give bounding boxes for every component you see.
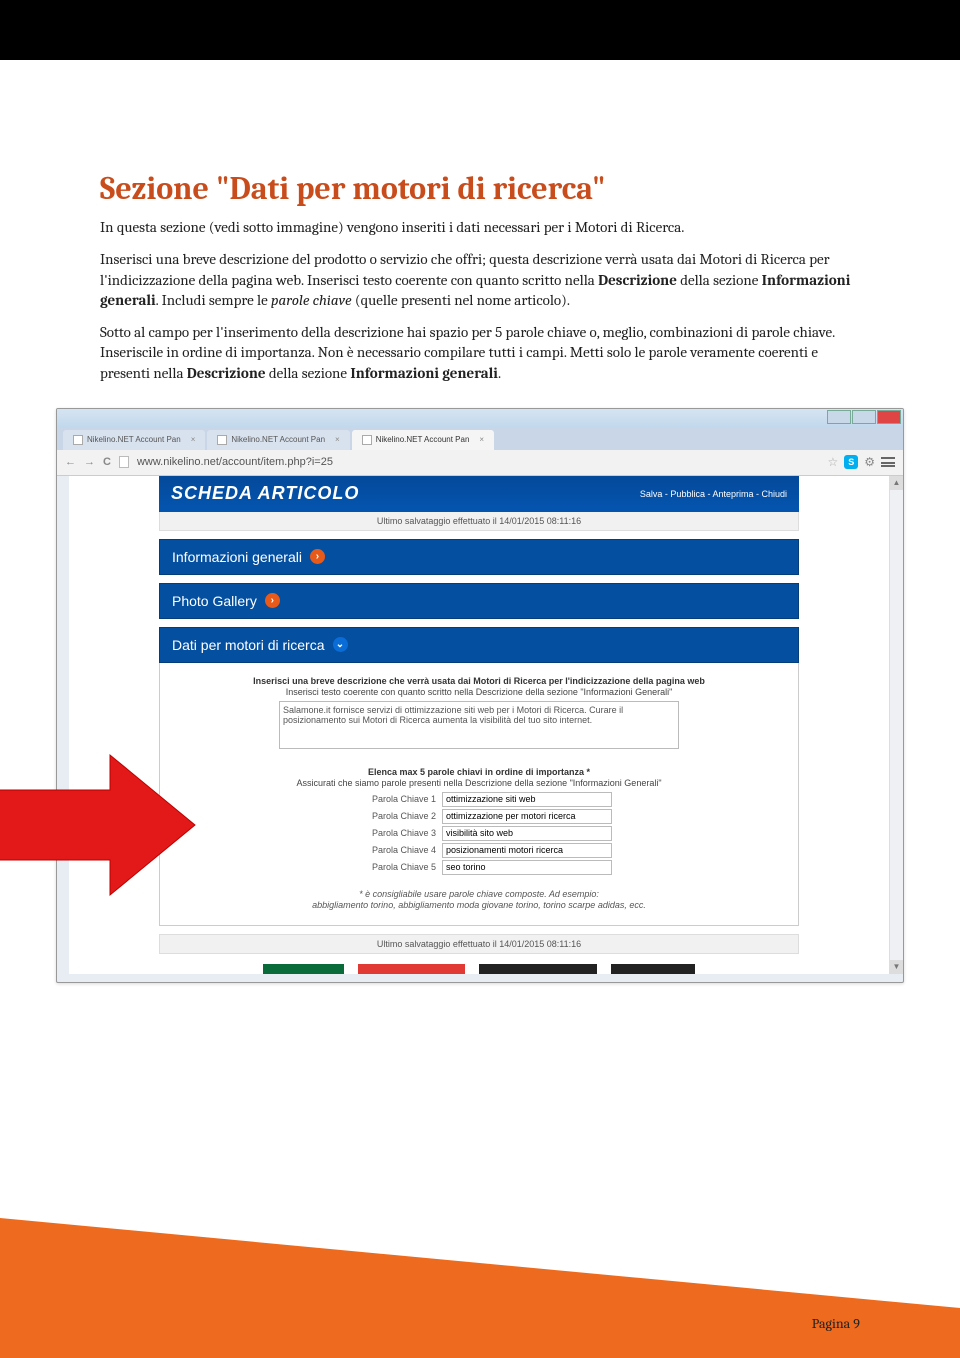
keyword-row: Parola Chiave 2 bbox=[174, 809, 784, 824]
last-save-strip-bottom: Ultimo salvataggio effettuato il 14/01/2… bbox=[159, 934, 799, 954]
footnote: * è consigliabile usare parole chiave co… bbox=[174, 889, 784, 912]
p3-b: Descrizione bbox=[187, 364, 266, 382]
page: Sezione "Dati per motori di ricerca" In … bbox=[0, 0, 960, 1358]
nav-forward-icon[interactable]: → bbox=[84, 456, 95, 468]
keyword-input-3[interactable] bbox=[442, 826, 612, 841]
keyword-input-1[interactable] bbox=[442, 792, 612, 807]
desc-heading: Inserisci una breve descrizione che verr… bbox=[174, 676, 784, 686]
addr-right-icons: ☆ S ⚙ bbox=[827, 455, 895, 469]
p2-c: della sezione bbox=[677, 271, 762, 289]
last-save-strip: Ultimo salvataggio effettuato il 14/01/2… bbox=[159, 512, 799, 531]
section-photo-gallery[interactable]: Photo Gallery › bbox=[159, 583, 799, 619]
keyword-input-5[interactable] bbox=[442, 860, 612, 875]
keyword-input-4[interactable] bbox=[442, 843, 612, 858]
footnote-line-2: abbigliamento torino, abbigliamento moda… bbox=[174, 900, 784, 911]
footnote-line-1: * è consigliabile usare parole chiave co… bbox=[174, 889, 784, 900]
panel-title: SCHEDA ARTICOLO bbox=[171, 483, 359, 504]
settings-gear-icon[interactable]: ⚙ bbox=[864, 455, 875, 469]
kw-subheading: Assicurati che siamo parole presenti nel… bbox=[174, 778, 784, 788]
chiudi-button[interactable]: CHIUDI bbox=[611, 964, 695, 974]
window-maximize-icon[interactable] bbox=[852, 410, 876, 424]
section-label: Photo Gallery bbox=[172, 593, 257, 609]
scroll-down-icon[interactable]: ▼ bbox=[890, 960, 903, 974]
p2-e: . Includi sempre le bbox=[156, 291, 271, 309]
doc-heading: Sezione "Dati per motori di ricerca" bbox=[100, 170, 860, 207]
section-informazioni-generali[interactable]: Informazioni generali › bbox=[159, 539, 799, 575]
keyword-input-2[interactable] bbox=[442, 809, 612, 824]
doc-para-2: Inserisci una breve descrizione del prod… bbox=[100, 249, 860, 310]
kw-label: Parola Chiave 3 bbox=[346, 828, 436, 838]
section-dati-motori-ricerca[interactable]: Dati per motori di ricerca ⌄ bbox=[159, 627, 799, 663]
window-controls bbox=[827, 410, 901, 424]
keyword-row: Parola Chiave 5 bbox=[174, 860, 784, 875]
page-icon bbox=[362, 435, 372, 445]
page-icon bbox=[73, 435, 83, 445]
tab-close-icon[interactable]: × bbox=[335, 435, 340, 444]
kw-label: Parola Chiave 1 bbox=[346, 794, 436, 804]
browser-tabs: Nikelino.NET Account Pan × Nikelino.NET A… bbox=[57, 427, 903, 450]
p2-b: Descrizione bbox=[598, 271, 677, 289]
url-field[interactable]: www.nikelino.net/account/item.php?i=25 bbox=[137, 456, 820, 468]
browser-tab[interactable]: Nikelino.NET Account Pan × bbox=[63, 430, 205, 450]
window-close-icon[interactable] bbox=[877, 410, 901, 424]
tab-label: Nikelino.NET Account Pan bbox=[231, 435, 325, 444]
tab-label: Nikelino.NET Account Pan bbox=[376, 435, 470, 444]
window-minimize-icon[interactable] bbox=[827, 410, 851, 424]
nav-back-icon[interactable]: ← bbox=[65, 456, 76, 468]
bookmark-star-icon[interactable]: ☆ bbox=[827, 455, 838, 469]
kw-label: Parola Chiave 2 bbox=[346, 811, 436, 821]
salva-button[interactable]: SALVA bbox=[263, 964, 344, 974]
page-icon bbox=[217, 435, 227, 445]
orange-corner-decoration bbox=[0, 1218, 960, 1358]
p3-c: della sezione bbox=[266, 364, 351, 382]
p3-d: Informazioni generali bbox=[350, 364, 498, 382]
kw-label: Parola Chiave 4 bbox=[346, 845, 436, 855]
browser-tab[interactable]: Nikelino.NET Account Pan × bbox=[207, 430, 349, 450]
keywords-block: Elenca max 5 parole chiavi in ordine di … bbox=[174, 767, 784, 875]
description-textarea[interactable] bbox=[279, 701, 679, 749]
doc-para-3: Sotto al campo per l'inserimento della d… bbox=[100, 322, 860, 383]
anteprima-button[interactable]: ANTEPRIMA bbox=[479, 964, 597, 974]
keyword-row: Parola Chiave 3 bbox=[174, 826, 784, 841]
red-arrow-icon bbox=[0, 750, 200, 920]
page-icon bbox=[119, 456, 129, 468]
section-label: Dati per motori di ricerca bbox=[172, 637, 325, 653]
chevron-right-icon: › bbox=[265, 593, 280, 608]
panel-header: SCHEDA ARTICOLO Salva - Pubblica - Antep… bbox=[159, 476, 799, 512]
document-text: Sezione "Dati per motori di ricerca" In … bbox=[0, 60, 960, 383]
menu-icon[interactable] bbox=[881, 457, 895, 467]
header-links[interactable]: Salva - Pubblica - Anteprima - Chiudi bbox=[640, 489, 787, 499]
kw-heading: Elenca max 5 parole chiavi in ordine di … bbox=[174, 767, 784, 777]
desc-subheading: Inserisci testo coerente con quanto scri… bbox=[174, 687, 784, 697]
scheda-articolo-panel: SCHEDA ARTICOLO Salva - Pubblica - Antep… bbox=[159, 476, 799, 974]
p3-e: . bbox=[498, 364, 501, 382]
browser-tab-active[interactable]: Nikelino.NET Account Pan × bbox=[352, 430, 494, 450]
tab-label: Nikelino.NET Account Pan bbox=[87, 435, 181, 444]
kw-label: Parola Chiave 5 bbox=[346, 862, 436, 872]
page-number: Pagina 9 bbox=[812, 1315, 860, 1332]
tab-close-icon[interactable]: × bbox=[479, 435, 484, 444]
section-body: Inserisci una breve descrizione che verr… bbox=[159, 663, 799, 927]
vertical-scrollbar[interactable]: ▲ ▼ bbox=[889, 476, 903, 974]
scroll-up-icon[interactable]: ▲ bbox=[890, 476, 903, 490]
reload-icon[interactable]: C bbox=[103, 456, 111, 468]
p2-g: (quelle presenti nel nome articolo). bbox=[352, 291, 570, 309]
chevron-right-icon: › bbox=[310, 549, 325, 564]
tab-close-icon[interactable]: × bbox=[191, 435, 196, 444]
keyword-row: Parola Chiave 1 bbox=[174, 792, 784, 807]
keyword-row: Parola Chiave 4 bbox=[174, 843, 784, 858]
address-bar: ← → C www.nikelino.net/account/item.php?… bbox=[57, 450, 903, 476]
chevron-down-icon: ⌄ bbox=[333, 637, 348, 652]
doc-para-1: In questa sezione (vedi sotto immagine) … bbox=[100, 217, 860, 237]
action-buttons-row: SALVA PUBBLICA ANTEPRIMA CHIUDI bbox=[159, 964, 799, 974]
top-black-bar bbox=[0, 0, 960, 60]
skype-icon[interactable]: S bbox=[844, 455, 858, 469]
window-titlebar bbox=[57, 409, 903, 427]
p2-f: parole chiave bbox=[271, 291, 352, 309]
pubblica-button[interactable]: PUBBLICA bbox=[358, 964, 465, 974]
section-label: Informazioni generali bbox=[172, 549, 302, 565]
